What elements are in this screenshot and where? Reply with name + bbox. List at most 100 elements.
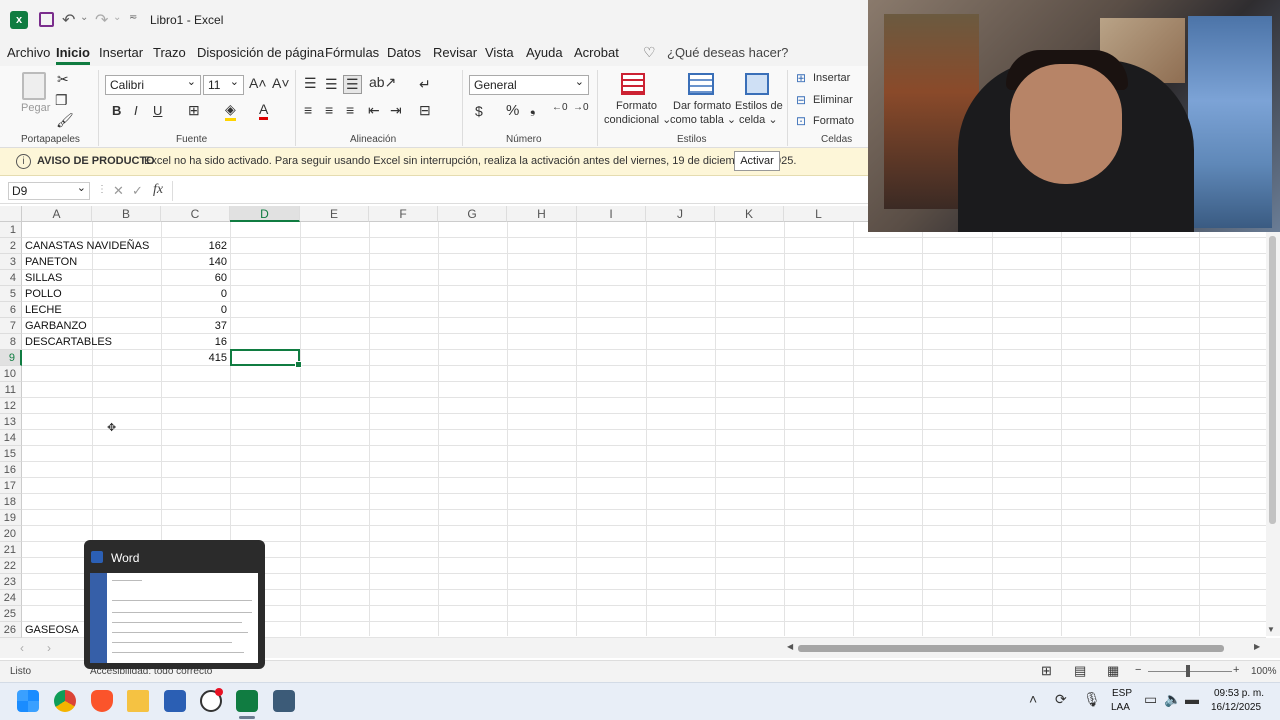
undo-icon[interactable]: ↶: [62, 10, 75, 30]
increase-decimal-icon[interactable]: ←0: [552, 102, 568, 113]
row-header-21[interactable]: 21: [0, 542, 22, 558]
zoom-in-button[interactable]: +: [1233, 664, 1239, 676]
column-header-k[interactable]: K: [715, 206, 784, 222]
orientation-icon[interactable]: ab↗: [369, 74, 396, 91]
enter-icon[interactable]: ✓: [132, 183, 143, 199]
tab-acrobat[interactable]: Acrobat: [574, 45, 619, 60]
row-header-13[interactable]: 13: [0, 414, 22, 430]
decrease-font-icon[interactable]: A˅: [272, 75, 290, 91]
column-header-a[interactable]: A: [22, 206, 92, 222]
selected-cell-d9[interactable]: [230, 349, 302, 368]
align-bottom-icon[interactable]: ☰: [343, 75, 362, 94]
battery-icon[interactable]: ▬: [1185, 691, 1199, 707]
bold-button[interactable]: B: [112, 103, 121, 118]
zoom-out-button[interactable]: −: [1135, 664, 1141, 676]
decrease-decimal-icon[interactable]: →0: [573, 102, 589, 113]
fill-color-icon[interactable]: ◈: [225, 101, 236, 121]
chevron-up-icon[interactable]: ˄: [1029, 691, 1037, 707]
tab-archivo[interactable]: Archivo: [7, 45, 50, 60]
row-header-25[interactable]: 25: [0, 606, 22, 622]
column-header-b[interactable]: B: [92, 206, 161, 222]
cell-a3[interactable]: PANETON: [25, 254, 77, 270]
row-header-19[interactable]: 19: [0, 510, 22, 526]
cell-c5[interactable]: 0: [161, 286, 227, 302]
file-explorer-icon[interactable]: [127, 690, 149, 712]
format-cells-icon[interactable]: ⊡: [796, 114, 806, 128]
normal-view-icon[interactable]: ⊞: [1041, 663, 1052, 679]
redo-dropdown-icon[interactable]: ⌄: [113, 12, 121, 23]
align-right-icon[interactable]: ≡: [346, 102, 354, 118]
conditional-format-icon[interactable]: [621, 73, 645, 95]
scroll-right-icon[interactable]: ▶: [1254, 642, 1260, 651]
column-header-h[interactable]: H: [507, 206, 577, 222]
row-header-11[interactable]: 11: [0, 382, 22, 398]
column-header-j[interactable]: J: [646, 206, 715, 222]
row-header-8[interactable]: 8: [0, 334, 22, 350]
tab-revisar[interactable]: Revisar: [433, 45, 477, 60]
row-header-10[interactable]: 10: [0, 366, 22, 382]
row-header-3[interactable]: 3: [0, 254, 22, 270]
font-name-select[interactable]: Calibri: [105, 75, 201, 95]
align-center-icon[interactable]: ≡: [325, 102, 333, 118]
cell-a5[interactable]: POLLO: [25, 286, 62, 302]
tab-vista[interactable]: Vista: [485, 45, 514, 60]
column-header-c[interactable]: C: [161, 206, 230, 222]
percent-button[interactable]: %: [506, 102, 519, 119]
brave-icon[interactable]: [91, 690, 113, 712]
windows-start-icon[interactable]: [17, 690, 39, 712]
row-header-20[interactable]: 20: [0, 526, 22, 542]
row-header-9[interactable]: 9: [0, 350, 22, 366]
scroll-left-icon[interactable]: ◀: [787, 642, 793, 651]
format-as-table-icon[interactable]: [688, 73, 714, 95]
zoom-level[interactable]: 100%: [1251, 666, 1277, 677]
format-as-table-l1[interactable]: Dar formato: [673, 100, 731, 112]
font-size-select[interactable]: 11: [203, 75, 244, 95]
merge-center-icon[interactable]: ⊟: [419, 102, 431, 119]
number-format-select[interactable]: General: [469, 75, 589, 95]
page-layout-view-icon[interactable]: ▤: [1074, 663, 1086, 679]
row-header-17[interactable]: 17: [0, 478, 22, 494]
cell-a7[interactable]: GARBANZO: [25, 318, 87, 334]
paste-icon[interactable]: [22, 72, 46, 100]
row-header-12[interactable]: 12: [0, 398, 22, 414]
cell-a4[interactable]: SILLAS: [25, 270, 62, 286]
format-cells-button[interactable]: Formato: [813, 115, 854, 127]
word-preview-thumbnail[interactable]: [90, 573, 258, 663]
align-top-icon[interactable]: ☰: [304, 75, 317, 92]
row-header-6[interactable]: 6: [0, 302, 22, 318]
increase-font-icon[interactable]: A˄: [249, 75, 267, 91]
select-all-corner[interactable]: [0, 206, 22, 222]
network-icon[interactable]: ▭: [1144, 691, 1157, 708]
cut-icon[interactable]: ✂: [57, 71, 69, 88]
conditional-format-l2[interactable]: condicional ⌄: [604, 113, 671, 126]
cell-a6[interactable]: LECHE: [25, 302, 62, 318]
row-header-2[interactable]: 2: [0, 238, 22, 254]
cell-c7[interactable]: 37: [161, 318, 227, 334]
page-break-view-icon[interactable]: ▦: [1107, 663, 1119, 679]
volume-icon[interactable]: 🔈: [1164, 691, 1181, 708]
underline-button[interactable]: U: [153, 103, 162, 118]
format-as-table-l2[interactable]: como tabla ⌄: [670, 113, 736, 126]
align-middle-icon[interactable]: ☰: [325, 76, 338, 93]
row-header-15[interactable]: 15: [0, 446, 22, 462]
column-header-f[interactable]: F: [369, 206, 438, 222]
column-header-i[interactable]: I: [577, 206, 646, 222]
paste-button[interactable]: Pegar: [21, 102, 50, 114]
tab-disposicion[interactable]: Disposición de página: [197, 45, 324, 60]
excel-taskbar-icon[interactable]: [236, 690, 258, 712]
row-header-5[interactable]: 5: [0, 286, 22, 302]
column-header-e[interactable]: E: [300, 206, 369, 222]
cell-c4[interactable]: 60: [161, 270, 227, 286]
chrome-icon[interactable]: [54, 690, 76, 712]
cell-c2[interactable]: 162: [161, 238, 227, 254]
delete-cells-button[interactable]: Eliminar: [813, 94, 853, 106]
cell-styles-icon[interactable]: [745, 73, 769, 95]
font-color-icon[interactable]: A: [259, 101, 269, 120]
tab-insertar[interactable]: Insertar: [99, 45, 143, 60]
cell-a26[interactable]: GASEOSA: [25, 622, 79, 638]
name-box[interactable]: D9: [8, 181, 90, 200]
cell-styles-l2[interactable]: celda ⌄: [739, 113, 778, 126]
formula-input[interactable]: [172, 181, 872, 201]
italic-button[interactable]: I: [134, 103, 138, 118]
conditional-format-l1[interactable]: Formato: [616, 100, 657, 112]
